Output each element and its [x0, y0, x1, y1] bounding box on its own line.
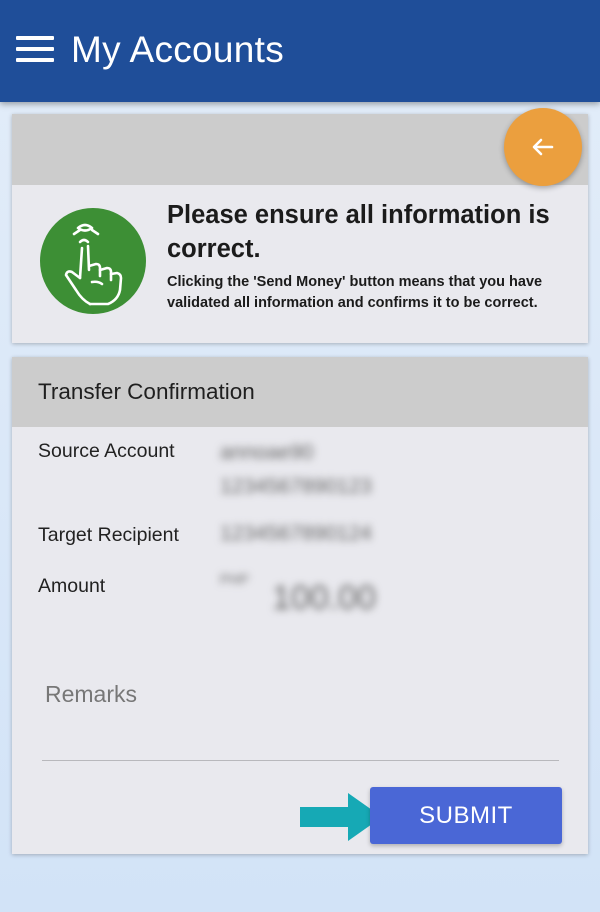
- amount-label: Amount: [38, 575, 106, 597]
- submit-button[interactable]: SUBMIT: [370, 787, 562, 844]
- amount-currency: PHP: [220, 571, 249, 587]
- finger-ribbon-reminder-icon: [40, 208, 146, 314]
- notice-card-header: [12, 114, 588, 185]
- transfer-confirmation-card: Transfer Confirmation Source Account ann…: [12, 357, 588, 854]
- notice-heading: Please ensure all information is correct…: [167, 201, 550, 263]
- notice-body-text: Clicking the 'Send Money' button means t…: [167, 274, 543, 311]
- back-button[interactable]: [504, 108, 582, 186]
- confirmation-header: Transfer Confirmation: [12, 357, 588, 427]
- remarks-underline: [42, 760, 559, 761]
- confirmation-title: Transfer Confirmation: [38, 379, 255, 404]
- amount-value: 100.00: [272, 579, 376, 617]
- hamburger-menu-icon[interactable]: [16, 36, 56, 62]
- remarks-input[interactable]: Remarks: [45, 681, 137, 708]
- target-recipient-label: Target Recipient: [38, 524, 179, 546]
- source-account-label: Source Account: [38, 440, 175, 462]
- arrow-left-icon: [532, 138, 554, 156]
- page-title: My Accounts: [71, 29, 285, 70]
- target-recipient-value: 1234567890124: [220, 522, 372, 545]
- source-account-number: 1234567890123: [220, 475, 372, 498]
- notice-card: Please ensure all information is correct…: [12, 114, 588, 343]
- app-bar: My Accounts: [0, 0, 600, 102]
- source-account-name: annoae90: [220, 441, 314, 464]
